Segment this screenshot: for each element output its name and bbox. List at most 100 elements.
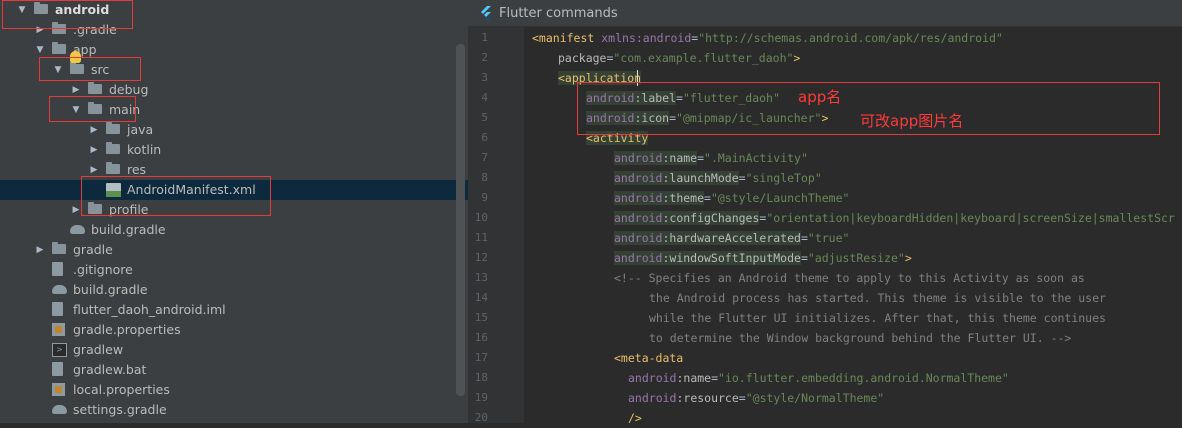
code-line[interactable]: android:resource="@style/NormalTheme" [628, 388, 884, 408]
tree-item-gradle-properties[interactable]: gradle.properties [0, 320, 468, 340]
code-token: :windowSoftInputMode [662, 251, 801, 265]
code-line[interactable]: android:theme="@style/LaunchTheme" [614, 188, 849, 208]
code-token: = [738, 171, 746, 185]
tree-item-gradlew-bat[interactable]: gradlew.bat [0, 360, 468, 380]
tree-item-label: build.gradle [91, 222, 166, 237]
tree-item-flutter-daoh-android-iml[interactable]: flutter_daoh_android.iml [0, 300, 468, 320]
highlight-box-main [49, 96, 136, 122]
code-line[interactable]: <!-- Specifies an Android theme to apply… [614, 268, 1085, 288]
code-token: android [614, 211, 663, 225]
code-line[interactable]: <meta-data [614, 348, 683, 368]
properties-icon [52, 383, 65, 396]
folder-icon [106, 142, 120, 154]
folder-icon [106, 122, 120, 134]
code-token: while the Flutter UI initializes. After … [649, 311, 1106, 325]
line-number: 1 [481, 31, 488, 44]
tree-item-label: kotlin [127, 142, 162, 157]
folder-icon [88, 82, 102, 94]
line-number: 8 [481, 171, 488, 184]
project-tree-scrollbar[interactable] [456, 44, 465, 396]
properties-icon [52, 323, 65, 336]
gradle-icon [52, 285, 67, 294]
code-token: "@style/LaunchTheme" [710, 191, 850, 205]
tree-item-local-properties[interactable]: local.properties [0, 380, 468, 400]
tree-item-label: settings.gradle [73, 402, 167, 417]
code-line[interactable]: package="com.example.flutter_daoh"> [558, 48, 800, 68]
code-token: "http://schemas.android.com/apk/res/andr… [698, 31, 1003, 45]
code-token: to determine the Window background behin… [649, 331, 1072, 345]
code-token: <!-- Specifies an Android theme to apply… [614, 271, 1085, 285]
code-token: xmlns:android [601, 31, 692, 45]
folder-icon [52, 42, 66, 54]
tree-item-label: java [127, 122, 154, 137]
folder-icon [106, 162, 120, 174]
code-line[interactable]: android:windowSoftInputMode="adjustResiz… [614, 248, 912, 268]
line-number: 3 [481, 71, 488, 84]
code-token: :resource [676, 391, 739, 405]
code-token: = [697, 151, 705, 165]
tree-item-gradle[interactable]: ▶ gradle [0, 240, 468, 260]
tree-item-label: local.properties [73, 382, 170, 397]
tree-item-label: flutter_daoh_android.iml [73, 302, 226, 317]
tree-item-java[interactable]: ▶ java [0, 120, 468, 140]
code-token: "true" [807, 231, 850, 245]
code-token: = [704, 191, 711, 205]
line-number: 15 [474, 311, 488, 324]
code-line[interactable]: the Android process has started. This th… [649, 288, 1106, 308]
tree-item-label: gradle.properties [73, 322, 181, 337]
code-token: android [628, 391, 677, 405]
tree-item-kotlin[interactable]: ▶ kotlin [0, 140, 468, 160]
line-number: 16 [474, 331, 488, 344]
code-token: package [558, 51, 607, 65]
line-number: 4 [481, 91, 488, 104]
tree-item-build-gradle[interactable]: build.gradle [0, 220, 468, 240]
line-number: 19 [474, 391, 488, 404]
tree-item-gradlew[interactable]: > gradlew [0, 340, 468, 360]
chevron-right-icon[interactable]: ▶ [88, 120, 100, 140]
code-token: :theme [662, 191, 705, 205]
code-line[interactable]: android:name=".MainActivity" [614, 148, 808, 168]
code-line[interactable]: android:launchMode="singleTop" [614, 168, 822, 188]
code-line[interactable]: android:name="io.flutter.embedding.andro… [628, 368, 1009, 388]
line-number: 12 [474, 251, 488, 264]
line-number: 13 [474, 271, 488, 284]
flutter-icon [481, 6, 491, 20]
line-number: 11 [474, 231, 488, 244]
flutter-commands-link[interactable]: Flutter commands [499, 0, 618, 27]
line-number: 9 [481, 191, 488, 204]
code-token: the Android process has started. This th… [649, 291, 1106, 305]
line-number: 14 [474, 291, 488, 304]
code-token: android [614, 191, 663, 205]
line-number: 6 [481, 131, 488, 144]
code-line[interactable]: to determine the Window background behin… [649, 328, 1071, 348]
code-token: > [904, 251, 912, 265]
highlight-box-src [39, 57, 141, 81]
chevron-right-icon[interactable]: ▶ [88, 140, 100, 160]
code-line[interactable]: /> [628, 408, 642, 428]
tree-item-build-gradle[interactable]: build.gradle [0, 280, 468, 300]
code-token: android [628, 371, 677, 385]
code-token: = [711, 371, 719, 385]
code-token: = [800, 231, 808, 245]
gradle-icon [52, 405, 67, 414]
icon-note: 可改app图片名 [860, 112, 964, 130]
tree-item-label: build.gradle [73, 282, 148, 297]
line-number: 2 [481, 51, 488, 64]
code-token: <manifest [532, 31, 602, 45]
code-line[interactable]: <manifest xmlns:android="http://schemas.… [532, 28, 1003, 48]
tree-item-gitignore[interactable]: .gitignore [0, 260, 468, 280]
code-line[interactable]: android:configChanges="orientation|keybo… [614, 208, 1175, 228]
code-token: "@style/NormalTheme" [745, 391, 885, 405]
code-line[interactable]: while the Flutter UI initializes. After … [649, 308, 1106, 328]
code-line[interactable]: android:hardwareAccelerated="true" [614, 228, 849, 248]
tree-item-label: .gitignore [73, 262, 133, 277]
tree-item-settings-gradle[interactable]: settings.gradle [0, 400, 468, 420]
editor-notification-bar: Flutter commands [468, 0, 1182, 27]
file-icon [52, 302, 63, 316]
tree-item-label: gradlew [73, 342, 124, 357]
code-token: = [738, 391, 746, 405]
chevron-right-icon[interactable]: ▶ [34, 240, 46, 260]
gradle-icon [70, 225, 85, 234]
line-number: 10 [474, 211, 488, 224]
file-icon [52, 362, 63, 376]
